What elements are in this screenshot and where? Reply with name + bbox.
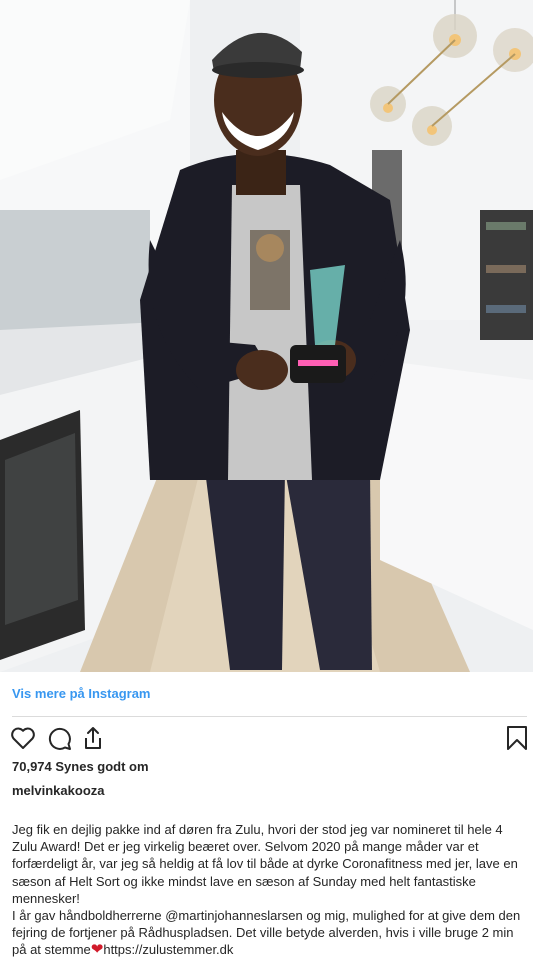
post-photo[interactable] — [0, 0, 533, 672]
caption-link[interactable]: https://zulustemmer.dk — [103, 942, 233, 957]
caption-paragraph: Jeg fik en dejlig pakke ind af døren fra… — [12, 822, 518, 906]
view-more-on-instagram-link[interactable]: Vis mere på Instagram — [12, 686, 151, 701]
like-count[interactable]: 70,974 Synes godt om — [12, 759, 149, 774]
bookmark-icon[interactable] — [502, 723, 532, 753]
red-heart-emoji-icon: ❤ — [90, 941, 104, 959]
post-caption: Jeg fik en dejlig pakke ind af døren fra… — [12, 821, 524, 959]
photo-illustration — [0, 0, 533, 672]
action-bar — [8, 723, 528, 753]
caption-text: I år gav håndboldherrerne @martinjohanne… — [12, 908, 521, 958]
divider — [12, 716, 527, 717]
heart-outline-icon[interactable] — [8, 723, 38, 753]
comment-icon[interactable] — [44, 723, 74, 753]
share-icon[interactable] — [78, 723, 108, 753]
post-username[interactable]: melvinkakooza — [12, 783, 105, 798]
caption-paragraph: I år gav håndboldherrerne @martinjohanne… — [12, 907, 524, 959]
